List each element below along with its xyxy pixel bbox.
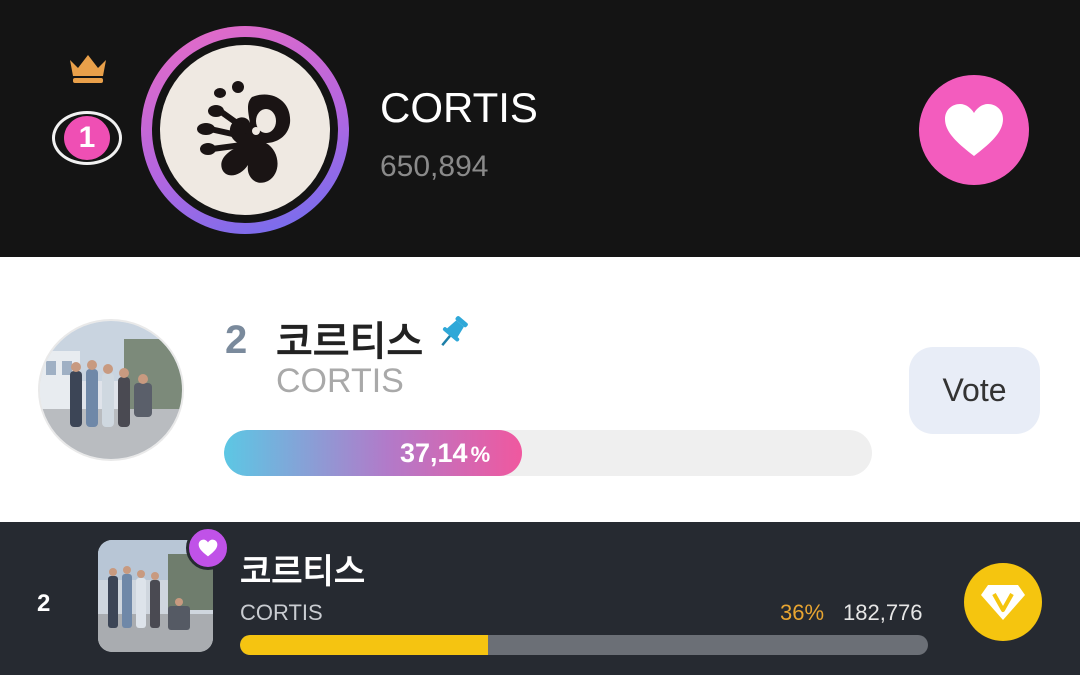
heart-vote-button[interactable] [919, 75, 1029, 185]
artist-logo [160, 45, 330, 215]
artist-avatar[interactable] [141, 26, 349, 234]
pin-icon [441, 316, 468, 346]
vote-count: 650,894 [380, 150, 489, 183]
heart-icon [945, 104, 1003, 156]
artist-name: 코르티스 [240, 552, 366, 592]
vote-button[interactable]: Vote [909, 347, 1040, 434]
rank-badge: 1 [52, 111, 122, 165]
percent-label: 37,14% [400, 438, 491, 468]
heart-icon [198, 539, 218, 557]
gem-icon [981, 585, 1025, 620]
percent-label: 36% [780, 600, 825, 625]
vote-count: 182,776 [843, 600, 923, 625]
artist-name: 코르티스 [276, 319, 424, 365]
group-photo [38, 319, 184, 461]
vote-progress-bar: 37,14% [224, 430, 872, 476]
top-rank-card: 1 CORTIS 650,894 [0, 0, 1080, 257]
rank-number: 1 [64, 116, 110, 160]
rank-number: 2 [225, 318, 248, 362]
crown-icon [70, 55, 106, 83]
ranking-list-item[interactable]: 2 코르티스 CORTIS 36% 182,776 [0, 522, 1080, 675]
vote-progress-bar [240, 635, 928, 655]
progress-fill [240, 635, 488, 655]
favorite-badge [186, 526, 230, 570]
rank-number: 2 [37, 590, 51, 617]
gem-vote-button[interactable] [964, 563, 1042, 641]
artist-subtitle: CORTIS [276, 362, 404, 400]
artist-name: CORTIS [380, 84, 538, 131]
artist-subtitle: CORTIS [240, 600, 323, 625]
